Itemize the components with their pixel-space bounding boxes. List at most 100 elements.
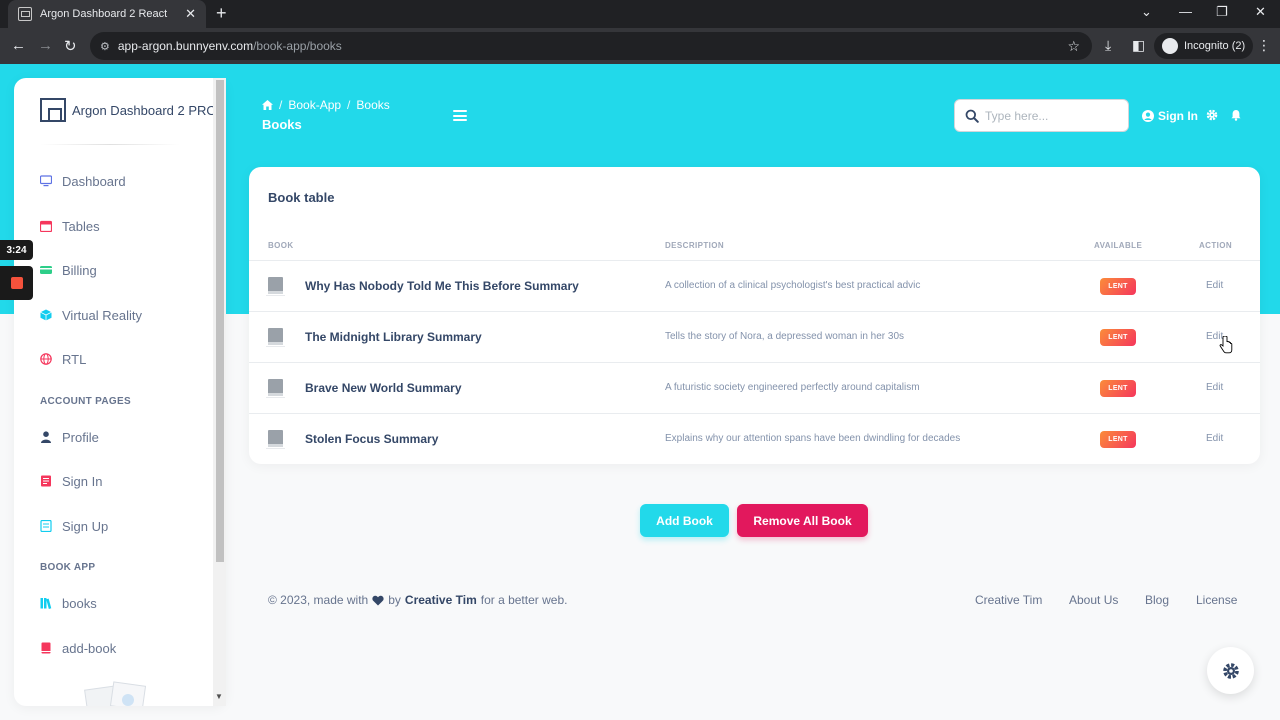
book-description: Explains why our attention spans have be…: [665, 433, 961, 444]
bell-icon[interactable]: [1230, 109, 1242, 121]
footer-suffix: for a better web.: [480, 593, 568, 607]
breadcrumb-current: Books: [356, 98, 390, 112]
status-badge: LENT: [1100, 278, 1136, 295]
book-title: Stolen Focus Summary: [305, 432, 439, 446]
sidebar-item-sign-up[interactable]: Sign Up: [40, 516, 108, 536]
brand-logo-icon: [40, 98, 66, 122]
scroll-down-arrow-icon[interactable]: ▼: [215, 692, 223, 701]
download-icon[interactable]: ⤓: [1105, 37, 1111, 54]
site-info-icon[interactable]: ⚙: [100, 40, 110, 53]
gear-icon: [1222, 662, 1239, 679]
book-icon: [41, 642, 51, 654]
sidebar-item-label: Sign Up: [62, 518, 109, 534]
book-description: A futuristic society engineered perfectl…: [665, 382, 920, 393]
brand-name: Argon Dashboard 2 PRO: [72, 102, 217, 118]
page-title: Books: [262, 117, 302, 132]
stop-recording-button[interactable]: [0, 266, 33, 300]
table-row: The Midnight Library Summary Tells the s…: [249, 311, 1260, 362]
sidebar-item-profile[interactable]: Profile: [40, 427, 99, 447]
tab-title: Argon Dashboard 2 React: [40, 8, 168, 20]
sign-in-link[interactable]: Sign In: [1142, 109, 1198, 123]
sidebar-item-rtl[interactable]: RTL: [40, 349, 86, 369]
user-circle-icon: [1142, 110, 1154, 122]
footer-link-about-us[interactable]: About Us: [1069, 593, 1118, 607]
sidebar-divider: [40, 144, 180, 145]
sidebar-item-add-book[interactable]: add-book: [40, 638, 116, 658]
edit-link[interactable]: Edit: [1206, 280, 1223, 291]
bookmark-star-icon[interactable]: ☆: [1067, 38, 1080, 55]
globe-icon: [40, 353, 52, 365]
remove-all-books-button[interactable]: Remove All Book: [737, 504, 868, 537]
home-icon[interactable]: [262, 100, 273, 110]
edit-link[interactable]: Edit: [1206, 382, 1223, 393]
credit-card-icon: [40, 266, 52, 274]
tab-search-icon[interactable]: ⌄: [1141, 4, 1152, 20]
footer-link-blog[interactable]: Blog: [1145, 593, 1169, 607]
incognito-label: Incognito (2): [1184, 40, 1246, 52]
status-badge: LENT: [1100, 431, 1136, 448]
card-title: Book table: [268, 190, 335, 205]
browser-tab[interactable]: Argon Dashboard 2 React ✕: [8, 0, 206, 28]
table-row: Why Has Nobody Told Me This Before Summa…: [249, 260, 1260, 311]
close-tab-icon[interactable]: ✕: [185, 6, 196, 22]
incognito-icon: [1162, 38, 1178, 54]
cube-icon: [40, 309, 52, 321]
footer-author-link[interactable]: Creative Tim: [405, 593, 477, 607]
column-header-description: DESCRIPTION: [665, 241, 725, 250]
sidebar-item-label: Tables: [62, 218, 100, 234]
library-icon: [40, 598, 52, 609]
footer-by: by: [388, 593, 401, 607]
browser-tab-bar: Argon Dashboard 2 React ✕ + ⌄ — ❐ ✕: [0, 0, 1280, 28]
footer-link-creative-tim[interactable]: Creative Tim: [975, 593, 1042, 607]
heart-icon: [372, 595, 384, 605]
new-tab-icon[interactable]: +: [216, 3, 227, 24]
sidebar-item-label: Dashboard: [62, 173, 126, 189]
maximize-icon[interactable]: ❐: [1216, 4, 1228, 20]
forward-icon[interactable]: →: [38, 37, 53, 54]
back-icon[interactable]: ←: [11, 37, 26, 54]
edit-link[interactable]: Edit: [1206, 433, 1223, 444]
sidebar-illustration: [84, 681, 147, 706]
column-header-book: BOOK: [268, 241, 294, 250]
gear-icon[interactable]: [1206, 109, 1218, 121]
sidebar-item-books[interactable]: books: [40, 593, 97, 613]
sidebar-item-label: Billing: [62, 262, 97, 278]
book-thumbnail-icon: [266, 379, 285, 398]
sidebar-item-billing[interactable]: Billing: [40, 260, 97, 280]
sidebar-item-label: Profile: [62, 429, 99, 445]
sidebar-item-label: Virtual Reality: [62, 307, 142, 323]
hamburger-menu-icon[interactable]: [453, 110, 467, 121]
window-close-icon[interactable]: ✕: [1255, 4, 1266, 20]
breadcrumb-link[interactable]: Book-App: [288, 98, 341, 112]
search-input[interactable]: [985, 108, 1115, 123]
sidebar-item-sign-in[interactable]: Sign In: [40, 471, 102, 491]
sidebar-item-tables[interactable]: Tables: [40, 216, 100, 236]
sign-in-label: Sign In: [1158, 109, 1198, 123]
sidebar-scrollbar-thumb[interactable]: [216, 80, 224, 562]
book-description: A collection of a clinical psychologist'…: [665, 280, 921, 291]
add-book-button[interactable]: Add Book: [640, 504, 729, 537]
browser-menu-icon[interactable]: ⋮: [1257, 37, 1271, 54]
sidebar-item-dashboard[interactable]: Dashboard: [40, 171, 126, 191]
book-thumbnail-icon: [266, 430, 285, 449]
configurator-button[interactable]: [1207, 647, 1254, 694]
footer-link-license[interactable]: License: [1196, 593, 1237, 607]
sidebar: Argon Dashboard 2 PRO Dashboard Tables B…: [14, 78, 226, 706]
side-panel-icon[interactable]: ◧: [1132, 37, 1145, 54]
url-field[interactable]: ⚙ app-argon.bunnyenv.com /book-app/books…: [90, 32, 1092, 60]
breadcrumb: / Book-App / Books: [262, 98, 390, 112]
monitor-icon: [40, 175, 52, 187]
book-table-card: Book table BOOK DESCRIPTION AVAILABLE AC…: [249, 167, 1260, 464]
minimize-icon[interactable]: —: [1179, 4, 1192, 19]
url-host: app-argon.bunnyenv.com: [117, 39, 254, 53]
book-thumbnail-icon: [266, 328, 285, 347]
calendar-icon: [40, 220, 52, 232]
sidebar-item-label: RTL: [62, 351, 87, 367]
incognito-badge[interactable]: Incognito (2): [1154, 33, 1254, 59]
document-icon: [41, 475, 51, 487]
sidebar-item-virtual-reality[interactable]: Virtual Reality: [40, 305, 142, 325]
reload-icon[interactable]: ↻: [64, 37, 77, 55]
table-row: Stolen Focus Summary Explains why our at…: [249, 413, 1260, 464]
brand[interactable]: Argon Dashboard 2 PRO: [40, 98, 217, 122]
status-badge: LENT: [1100, 329, 1136, 346]
